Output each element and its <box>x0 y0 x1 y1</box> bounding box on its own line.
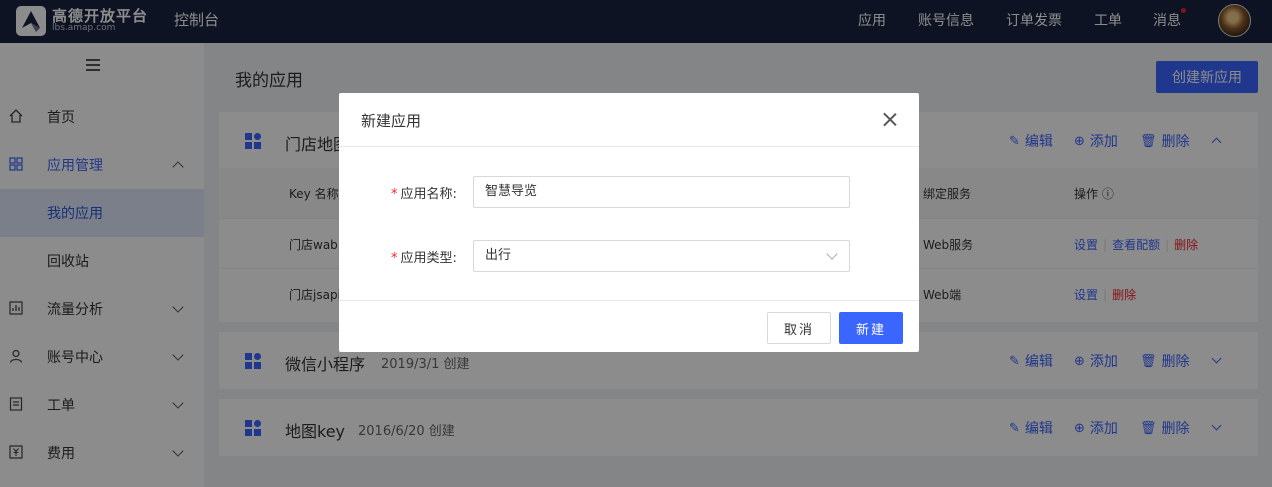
app-name-input[interactable]: 智慧导览 <box>473 176 850 208</box>
close-icon[interactable] <box>880 110 900 130</box>
modal-footer: 取消 新建 <box>339 300 919 352</box>
app-type-label: * 应用类型: <box>391 251 457 266</box>
required-mark: * <box>391 187 398 202</box>
app-type-select[interactable]: 出行 <box>473 240 850 272</box>
app-name-label: * 应用名称: <box>391 187 457 202</box>
modal-title: 新建应用 <box>361 112 422 130</box>
cancel-button[interactable]: 取消 <box>767 312 831 344</box>
modal-header: 新建应用 <box>339 93 919 147</box>
required-mark: * <box>391 251 398 266</box>
confirm-create-button[interactable]: 新建 <box>839 312 903 344</box>
new-app-modal: 新建应用 * 应用名称: 智慧导览 * 应用类型: 出行 取消 新建 <box>339 93 919 352</box>
